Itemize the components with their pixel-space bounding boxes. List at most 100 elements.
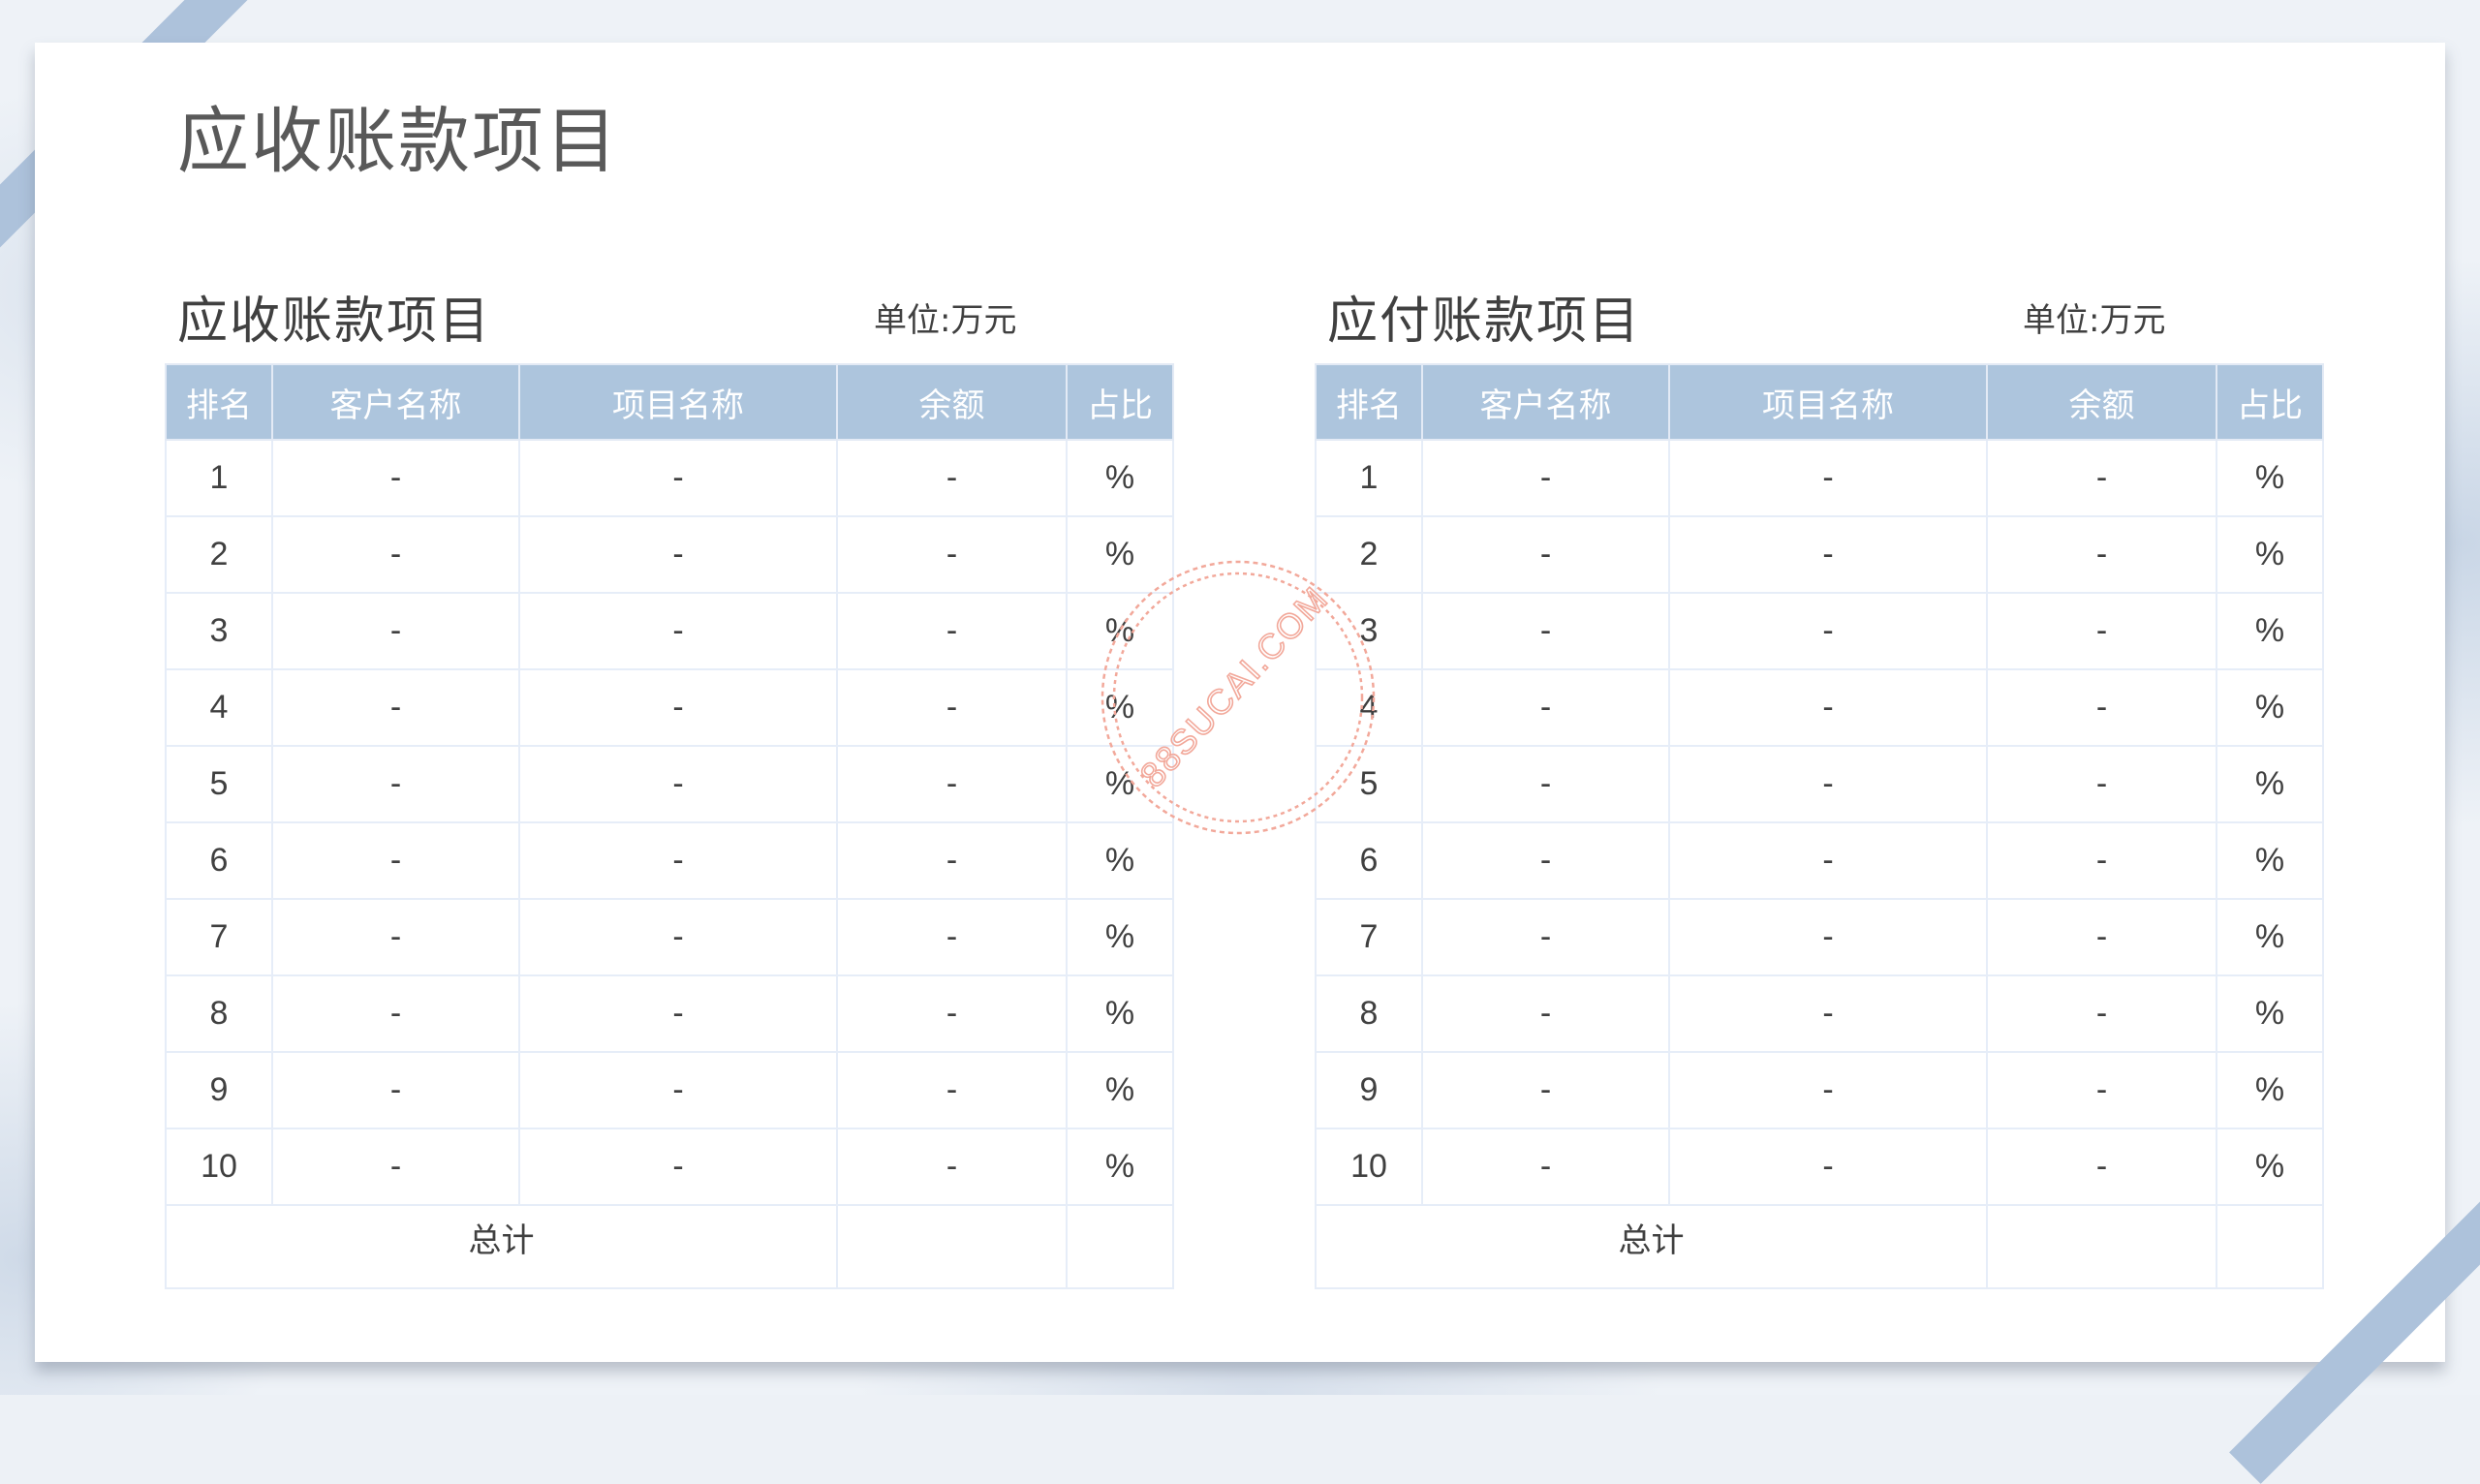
cell-balance: - [836, 668, 1068, 747]
cell-project-name: - [518, 745, 838, 823]
table-row: 5- - -% [1315, 745, 2324, 823]
table-row: 10- - -% [1315, 1128, 2324, 1206]
total-row: 总计 [165, 1204, 1174, 1289]
cell-customer-name: - [271, 592, 520, 670]
table-header-row: 排名 客户名称 项目名称 余额 占比 [1315, 363, 2324, 441]
cell-share: % [2216, 821, 2324, 900]
cell-project-name: - [518, 898, 838, 976]
header-balance: 余额 [1986, 363, 2217, 441]
table-row: 7- - -% [1315, 898, 2324, 976]
total-row: 总计 [1315, 1204, 2324, 1289]
payables-unit: 单位:万元 [2023, 301, 2166, 340]
cell-balance: - [836, 898, 1068, 976]
table-row: 6- - -% [165, 821, 1174, 900]
cell-customer-name: - [271, 974, 520, 1053]
cell-balance: - [1986, 1051, 2217, 1129]
cell-customer-name: - [271, 821, 520, 900]
cell-rank: 5 [165, 745, 273, 823]
cell-rank: 2 [1315, 515, 1423, 594]
cell-balance: - [836, 974, 1068, 1053]
total-share-cell [2216, 1204, 2324, 1289]
cell-customer-name: - [1421, 515, 1670, 594]
cell-rank: 3 [1315, 592, 1423, 670]
cell-share: % [2216, 898, 2324, 976]
cell-rank: 9 [1315, 1051, 1423, 1129]
table-row: 1- - -% [165, 439, 1174, 517]
cell-share: % [1066, 439, 1174, 517]
cell-share: % [2216, 592, 2324, 670]
cell-project-name: - [1668, 974, 1988, 1053]
cell-balance: - [1986, 821, 2217, 900]
cell-customer-name: - [271, 745, 520, 823]
cell-share: % [1066, 898, 1174, 976]
payables-title: 应付账款项目 [1327, 293, 1642, 351]
header-project-name: 项目名称 [518, 363, 838, 441]
cell-rank: 8 [165, 974, 273, 1053]
cell-project-name: - [518, 1051, 838, 1129]
total-balance-cell [1986, 1204, 2217, 1289]
cell-customer-name: - [1421, 821, 1670, 900]
cell-customer-name: - [271, 439, 520, 517]
header-balance: 余额 [836, 363, 1068, 441]
table-row: 7- - -% [165, 898, 1174, 976]
cell-rank: 10 [165, 1128, 273, 1206]
cell-customer-name: - [271, 898, 520, 976]
payables-table: 排名 客户名称 项目名称 余额 占比 1- - -% 2- - -% 3- - -% 4- - -% 5… [1315, 363, 2324, 1289]
cell-rank: 7 [1315, 898, 1423, 976]
cell-customer-name: - [271, 515, 520, 594]
cell-share: % [2216, 1128, 2324, 1206]
cell-project-name: - [1668, 1051, 1988, 1129]
cell-balance: - [836, 745, 1068, 823]
table-row: 10- - -% [165, 1128, 1174, 1206]
header-share: 占比 [1066, 363, 1174, 441]
cell-rank: 6 [1315, 821, 1423, 900]
cell-rank: 7 [165, 898, 273, 976]
cell-project-name: - [518, 439, 838, 517]
cell-share: % [2216, 1051, 2324, 1129]
cell-customer-name: - [1421, 439, 1670, 517]
total-label: 总计 [165, 1204, 838, 1289]
table-row: 2- - -% [1315, 515, 2324, 594]
total-label: 总计 [1315, 1204, 1988, 1289]
cell-customer-name: - [271, 668, 520, 747]
table-row: 9- - -% [165, 1051, 1174, 1129]
cell-customer-name: - [1421, 974, 1670, 1053]
cell-balance: - [1986, 668, 2217, 747]
cell-rank: 5 [1315, 745, 1423, 823]
total-balance-cell [836, 1204, 1068, 1289]
cell-balance: - [836, 592, 1068, 670]
cell-balance: - [1986, 745, 2217, 823]
cell-share: % [1066, 745, 1174, 823]
cell-rank: 4 [165, 668, 273, 747]
cell-customer-name: - [271, 1128, 520, 1206]
table-row: 3- - -% [165, 592, 1174, 670]
cell-balance: - [836, 515, 1068, 594]
table-row: 5- - -% [165, 745, 1174, 823]
cell-project-name: - [518, 515, 838, 594]
cell-rank: 1 [1315, 439, 1423, 517]
cell-share: % [1066, 1051, 1174, 1129]
cell-customer-name: - [1421, 745, 1670, 823]
receivables-title: 应收账款项目 [177, 293, 492, 351]
cell-rank: 9 [165, 1051, 273, 1129]
cell-rank: 2 [165, 515, 273, 594]
cell-share: % [1066, 821, 1174, 900]
cell-balance: - [1986, 592, 2217, 670]
cell-share: % [1066, 515, 1174, 594]
cell-balance: - [1986, 1128, 2217, 1206]
cell-share: % [2216, 515, 2324, 594]
cell-rank: 8 [1315, 974, 1423, 1053]
cell-balance: - [1986, 515, 2217, 594]
cell-share: % [2216, 439, 2324, 517]
total-share-cell [1066, 1204, 1174, 1289]
page-title: 应收账款项目 [177, 100, 619, 183]
table-row: 8- - -% [1315, 974, 2324, 1053]
cell-project-name: - [1668, 745, 1988, 823]
cell-project-name: - [1668, 592, 1988, 670]
cell-share: % [2216, 668, 2324, 747]
cell-project-name: - [518, 1128, 838, 1206]
cell-balance: - [836, 821, 1068, 900]
cell-project-name: - [518, 821, 838, 900]
cell-project-name: - [1668, 668, 1988, 747]
cell-project-name: - [518, 668, 838, 747]
